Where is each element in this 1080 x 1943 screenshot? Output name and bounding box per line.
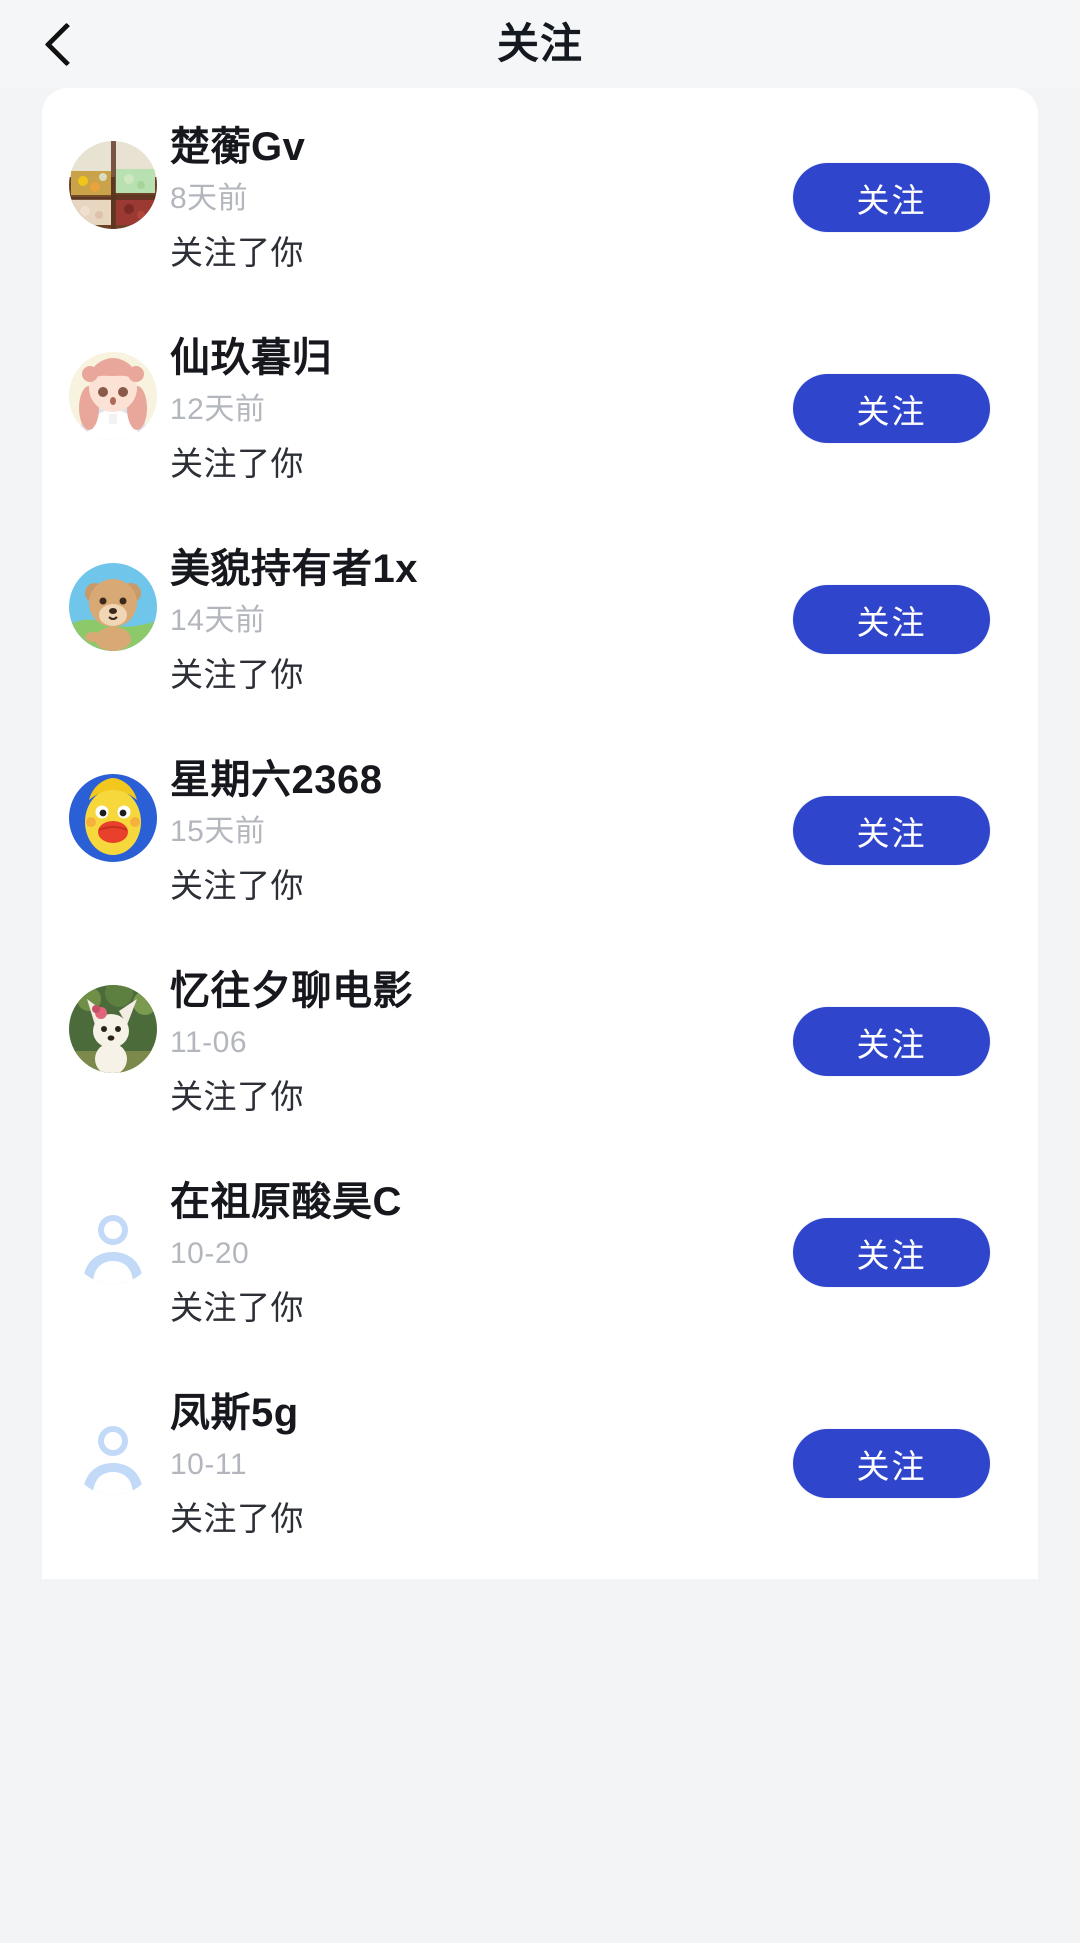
follow-button[interactable]: 关注 bbox=[793, 585, 990, 654]
follower-list-item[interactable]: 美貌持有者1x 14天前关注了你 关注 bbox=[42, 524, 1038, 735]
follower-action-text: 关注了你 bbox=[170, 867, 304, 905]
follow-button[interactable]: 关注 bbox=[793, 796, 990, 865]
avatar-image-placeholder bbox=[69, 1407, 157, 1495]
follower-info: 在祖原酸昊C 10-20 关注了你 bbox=[170, 1179, 770, 1328]
follower-action-text: 关注了你 bbox=[170, 656, 304, 694]
avatar-image-food bbox=[69, 141, 157, 229]
follower-action-text: 关注了你 bbox=[170, 1500, 304, 1538]
follower-list-item[interactable]: 凤斯5g 10-11 关注了你 关注 bbox=[42, 1368, 1038, 1579]
follower-list-item[interactable]: 在祖原酸昊C 10-20 关注了你 关注 bbox=[42, 1157, 1038, 1368]
follower-info: 楚蘅Gv 8天前关注了你 bbox=[170, 124, 770, 273]
follower-time: 12天前 bbox=[170, 393, 266, 427]
avatar-image-bear bbox=[69, 563, 157, 651]
avatar[interactable] bbox=[69, 774, 157, 862]
follow-button[interactable]: 关注 bbox=[793, 1429, 990, 1498]
follower-info: 仙玖暮归 12天前关注了你 bbox=[170, 335, 770, 484]
follower-list-item[interactable]: 忆往夕聊电影 11-06 关注了你 关注 bbox=[42, 946, 1038, 1157]
follower-name: 美貌持有者1x bbox=[170, 547, 418, 591]
follower-info: 忆往夕聊电影 11-06 关注了你 bbox=[170, 968, 770, 1117]
chevron-left-icon bbox=[44, 22, 88, 66]
follow-button[interactable]: 关注 bbox=[793, 163, 990, 232]
follower-time: 14天前 bbox=[170, 604, 266, 638]
follow-button[interactable]: 关注 bbox=[793, 1218, 990, 1287]
follower-info: 美貌持有者1x 14天前关注了你 bbox=[170, 546, 770, 695]
avatar-image-duck bbox=[69, 774, 157, 862]
follower-list-item[interactable]: 仙玖暮归 12天前关注了你 关注 bbox=[42, 313, 1038, 524]
follower-action-text: 关注了你 bbox=[170, 1289, 304, 1327]
follower-name: 楚蘅Gv bbox=[170, 125, 306, 169]
follower-name: 忆往夕聊电影 bbox=[170, 969, 413, 1013]
page-title: 关注 bbox=[496, 20, 583, 67]
follower-name: 星期六2368 bbox=[170, 758, 383, 802]
follow-button[interactable]: 关注 bbox=[793, 1007, 990, 1076]
follower-name: 在祖原酸昊C bbox=[170, 1180, 402, 1224]
follow-button[interactable]: 关注 bbox=[793, 374, 990, 443]
follower-time: 15天前 bbox=[170, 815, 266, 849]
avatar[interactable] bbox=[69, 985, 157, 1073]
follower-action-text: 关注了你 bbox=[170, 234, 304, 272]
avatar-image-dog bbox=[69, 985, 157, 1073]
follower-info: 凤斯5g 10-11 关注了你 bbox=[170, 1390, 770, 1539]
follower-action-text: 关注了你 bbox=[170, 445, 304, 483]
avatar[interactable] bbox=[69, 141, 157, 229]
avatar[interactable] bbox=[69, 352, 157, 440]
follower-time: 11-06 bbox=[170, 1026, 248, 1060]
follower-info: 星期六2368 15天前关注了你 bbox=[170, 757, 770, 906]
avatar-image-placeholder bbox=[69, 1196, 157, 1284]
follower-name: 凤斯5g bbox=[170, 1391, 299, 1435]
follower-time: 10-11 bbox=[170, 1448, 248, 1482]
follower-list-card: 楚蘅Gv 8天前 关注了你 关注 仙玖暮归 12天前 关注了你 关注 美貌持有者… bbox=[42, 88, 1038, 1579]
follower-list-item[interactable]: 楚蘅Gv 8天前关注了你 关注 bbox=[42, 102, 1038, 313]
avatar[interactable] bbox=[69, 563, 157, 651]
follower-name: 仙玖暮归 bbox=[170, 336, 332, 380]
follower-time: 8天前 bbox=[170, 182, 249, 216]
avatar[interactable] bbox=[69, 1407, 157, 1495]
back-button[interactable] bbox=[26, 8, 98, 80]
follower-action-text: 关注了你 bbox=[170, 1078, 304, 1116]
avatar-image-anime-girl bbox=[69, 352, 157, 440]
avatar[interactable] bbox=[69, 1196, 157, 1284]
follower-time: 10-20 bbox=[170, 1237, 250, 1271]
follower-list-item[interactable]: 星期六2368 15天前关注了你 关注 bbox=[42, 735, 1038, 946]
page-header: 关注 bbox=[0, 0, 1080, 88]
